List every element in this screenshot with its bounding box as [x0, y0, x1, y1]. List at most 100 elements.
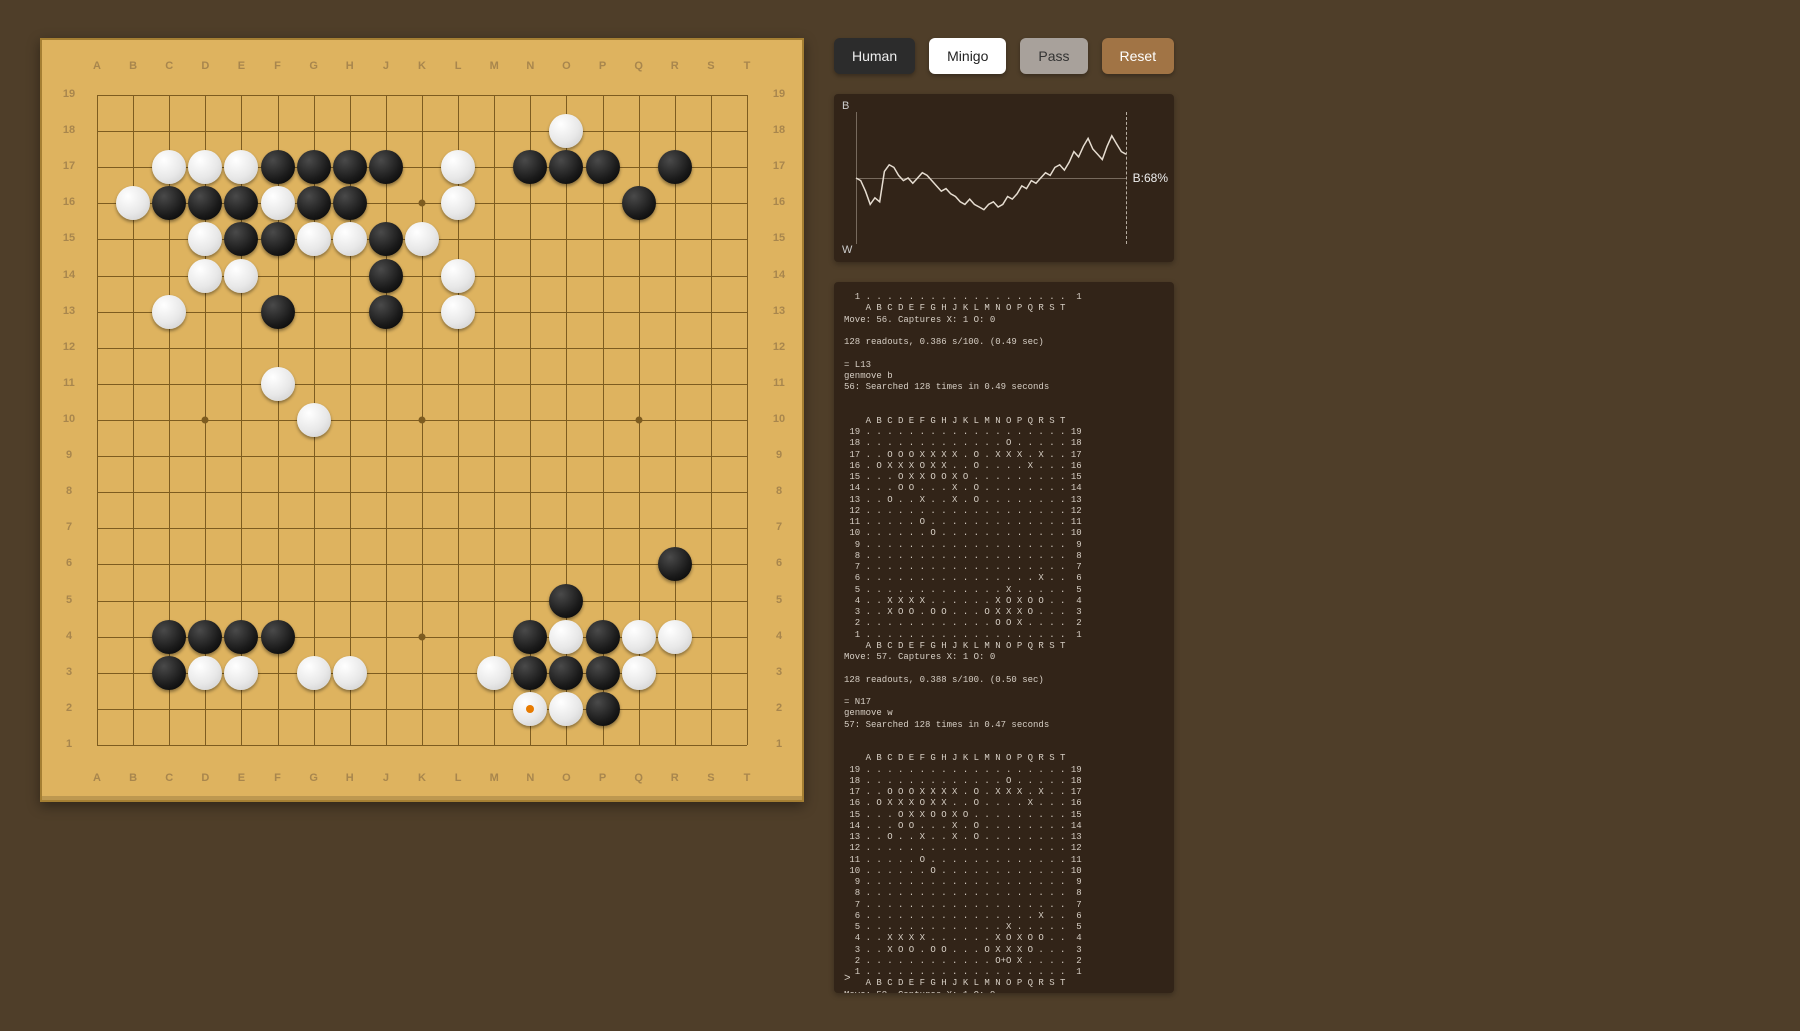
coord-row: 2 — [60, 702, 78, 714]
coord-row: 18 — [770, 124, 788, 136]
coord-col: E — [235, 772, 247, 784]
coord-row: 12 — [770, 341, 788, 353]
black-stone — [297, 186, 331, 220]
coord-row: 3 — [60, 666, 78, 678]
coord-row: 13 — [60, 305, 78, 317]
coord-row: 2 — [770, 702, 788, 714]
white-stone — [333, 656, 367, 690]
engine-log-scroll[interactable]: 1 . . . . . . . . . . . . . . . . . . . … — [834, 282, 1174, 993]
coord-row: 5 — [770, 594, 788, 606]
white-stone — [441, 295, 475, 329]
black-stone — [297, 150, 331, 184]
black-stone — [369, 295, 403, 329]
minigo-button[interactable]: Minigo — [929, 38, 1006, 74]
black-stone — [333, 186, 367, 220]
coord-row: 17 — [770, 160, 788, 172]
coord-row: 8 — [770, 485, 788, 497]
black-stone — [369, 222, 403, 256]
prompt-icon: > — [844, 973, 851, 985]
black-stone — [586, 620, 620, 654]
white-stone — [116, 186, 150, 220]
coord-row: 10 — [60, 413, 78, 425]
white-stone — [224, 150, 258, 184]
coord-col: Q — [633, 60, 645, 72]
coord-col: G — [308, 60, 320, 72]
coord-row: 10 — [770, 413, 788, 425]
black-stone — [152, 186, 186, 220]
coord-col: M — [488, 772, 500, 784]
coord-col: L — [452, 772, 464, 784]
black-stone — [188, 620, 222, 654]
black-stone — [549, 584, 583, 618]
coord-col: M — [488, 60, 500, 72]
coord-row: 19 — [60, 88, 78, 100]
coord-col: C — [163, 772, 175, 784]
white-stone — [549, 114, 583, 148]
coord-row: 3 — [770, 666, 788, 678]
coord-col: C — [163, 60, 175, 72]
coord-row: 11 — [60, 377, 78, 389]
black-stone — [224, 620, 258, 654]
white-stone — [333, 222, 367, 256]
white-stone — [622, 656, 656, 690]
black-stone — [658, 547, 692, 581]
white-stone — [622, 620, 656, 654]
winrate-graph: B W B:68% — [834, 94, 1174, 262]
white-stone — [224, 656, 258, 690]
black-stone — [549, 150, 583, 184]
coord-row: 7 — [60, 521, 78, 533]
reset-button[interactable]: Reset — [1102, 38, 1175, 74]
black-stone — [586, 656, 620, 690]
coord-row: 5 — [60, 594, 78, 606]
coord-col: Q — [633, 772, 645, 784]
black-stone — [586, 692, 620, 726]
coord-row: 7 — [770, 521, 788, 533]
white-stone — [441, 150, 475, 184]
pass-button[interactable]: Pass — [1020, 38, 1087, 74]
white-stone — [188, 259, 222, 293]
coord-col: K — [416, 60, 428, 72]
coord-row: 4 — [60, 630, 78, 642]
white-stone — [549, 692, 583, 726]
black-stone — [513, 656, 547, 690]
coord-col: S — [705, 60, 717, 72]
black-stone — [261, 620, 295, 654]
engine-log-text: 1 . . . . . . . . . . . . . . . . . . . … — [844, 292, 1168, 993]
coord-col: B — [127, 772, 139, 784]
coord-col: R — [669, 60, 681, 72]
coord-row: 12 — [60, 341, 78, 353]
coord-col: F — [272, 772, 284, 784]
white-stone — [224, 259, 258, 293]
human-button[interactable]: Human — [834, 38, 915, 74]
coord-row: 8 — [60, 485, 78, 497]
white-stone — [188, 222, 222, 256]
go-board[interactable]: AABBCCDDEEFFGGHHJJKKLLMMNNOOPPQQRRSSTT19… — [40, 38, 804, 802]
black-stone — [224, 186, 258, 220]
coord-col: P — [597, 60, 609, 72]
coord-col: E — [235, 60, 247, 72]
coord-row: 16 — [770, 196, 788, 208]
white-stone — [188, 656, 222, 690]
coord-row: 4 — [770, 630, 788, 642]
black-stone — [152, 656, 186, 690]
coord-row: 11 — [770, 377, 788, 389]
black-stone — [261, 295, 295, 329]
white-stone — [297, 222, 331, 256]
white-stone — [441, 259, 475, 293]
black-stone — [622, 186, 656, 220]
coord-row: 14 — [60, 269, 78, 281]
coord-col: J — [380, 772, 392, 784]
coord-col: D — [199, 60, 211, 72]
coord-col: A — [91, 772, 103, 784]
coord-col: O — [560, 60, 572, 72]
coord-row: 6 — [60, 557, 78, 569]
black-stone — [549, 656, 583, 690]
control-row: Human Minigo Pass Reset — [834, 38, 1174, 74]
coord-row: 1 — [60, 738, 78, 750]
black-stone — [152, 620, 186, 654]
coord-row: 14 — [770, 269, 788, 281]
coord-col: O — [560, 772, 572, 784]
black-stone — [188, 186, 222, 220]
coord-col: J — [380, 60, 392, 72]
black-stone — [513, 620, 547, 654]
